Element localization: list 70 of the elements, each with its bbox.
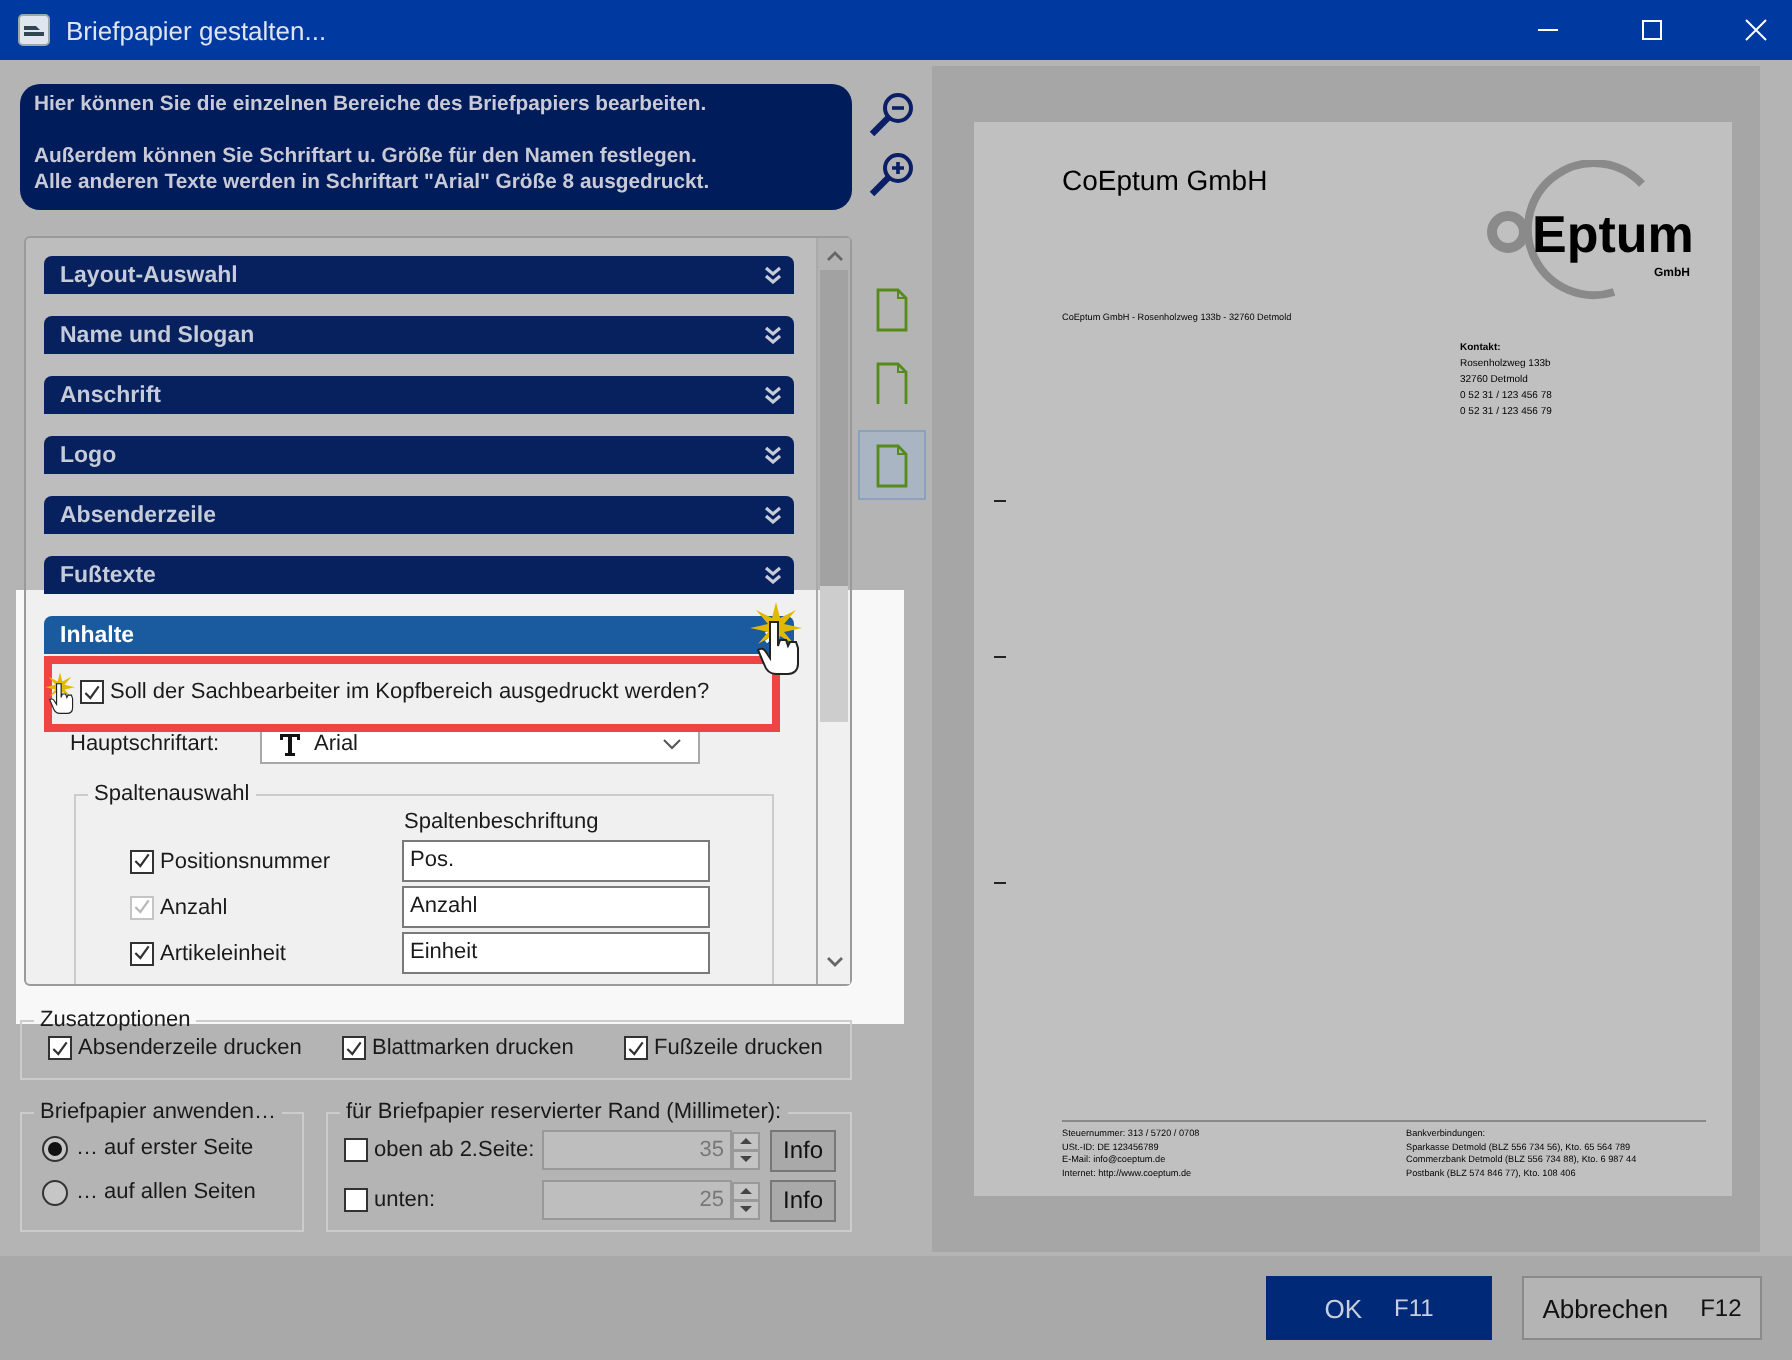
checkbox[interactable] (342, 1036, 366, 1060)
spinner-arrows-icon[interactable] (732, 1181, 760, 1219)
checkbox[interactable] (344, 1138, 368, 1162)
info-button[interactable]: Info (770, 1129, 836, 1171)
text-field[interactable]: Pos. (402, 840, 710, 882)
maximize-icon[interactable] (1640, 18, 1664, 42)
group-title: Spaltenauswahl (92, 782, 252, 806)
checkbox-label: Fußzeile drucken (654, 1036, 823, 1060)
close-icon[interactable] (1744, 18, 1768, 42)
checkbox-label: unten: (372, 1188, 438, 1212)
column-header: Spaltenbeschriftung (404, 808, 601, 838)
section-header[interactable]: Anschrift (44, 376, 794, 414)
chevron-icon (764, 386, 782, 404)
fold-mark (994, 500, 1006, 502)
hand-cursor-icon (42, 670, 78, 718)
chevron-icon (764, 446, 782, 464)
app-icon (18, 14, 50, 46)
cancel-button[interactable]: Abbrechen F12 (1522, 1276, 1762, 1340)
checkbox-label: Artikeleinheit (158, 941, 288, 965)
checkbox-label: Absenderzeile drucken (78, 1036, 302, 1060)
checkbox-label: Soll der Sachbearbeiter im Kopfbereich ausgedruckt werden? (110, 680, 710, 704)
text-field[interactable]: Einheit (402, 932, 710, 974)
chevron-icon (764, 266, 782, 284)
spinner-arrows-icon[interactable] (732, 1131, 760, 1169)
group-title: Zusatzoptionen (38, 1008, 193, 1032)
fold-mark (994, 656, 1006, 658)
section-header[interactable]: Fußtexte (44, 556, 794, 594)
page-icon (876, 288, 908, 332)
chevron-icon (764, 566, 782, 584)
company-name: CoEptum GmbH (1062, 164, 1268, 200)
scroll-down-icon[interactable] (825, 956, 843, 968)
checkbox-label: Positionsnummer (158, 849, 332, 873)
info-button[interactable]: Info (770, 1179, 836, 1221)
group-title: für Briefpapier reservierter Rand (Millimeter): (344, 1100, 784, 1124)
group-title: Briefpapier anwenden… (38, 1100, 279, 1124)
section-header[interactable]: Logo (44, 436, 794, 474)
section-header[interactable]: Name und Slogan (44, 316, 794, 354)
info-text: Alle anderen Texte werden in Schriftart "Arial" Größe 8 ausgedruckt. (34, 170, 712, 197)
page-icon (876, 443, 908, 487)
window-title: Briefpapier gestalten... (66, 15, 329, 45)
section-header[interactable]: Inhalte (44, 616, 794, 654)
scrollbar-thumb[interactable] (820, 270, 848, 722)
checkbox-label: Blattmarken drucken (372, 1036, 574, 1060)
zoom-out-icon[interactable] (866, 90, 918, 142)
section-header[interactable]: Layout-Auswahl (44, 256, 794, 294)
checkbox[interactable] (130, 849, 154, 873)
radio-label: … auf erster Seite (76, 1136, 254, 1160)
info-text: Außerdem können Sie Schriftart u. Größe für den Namen festlegen. (34, 143, 699, 170)
ok-button[interactable]: OK F11 (1266, 1276, 1492, 1340)
radio-button[interactable] (42, 1179, 68, 1205)
checkbox[interactable] (48, 1036, 72, 1060)
page-icon (876, 362, 908, 406)
checkbox[interactable] (80, 680, 104, 704)
zoom-in-icon[interactable] (866, 150, 918, 202)
radio-label: … auf allen Seiten (76, 1180, 256, 1204)
checkbox[interactable] (624, 1036, 648, 1060)
section-header[interactable]: Absenderzeile (44, 496, 794, 534)
chevron-icon (764, 506, 782, 524)
font-icon (278, 732, 302, 756)
radio-button[interactable] (42, 1135, 68, 1161)
checkbox-label: Anzahl (158, 895, 230, 919)
scrollbar[interactable] (816, 238, 850, 984)
info-text: Hier können Sie die einzelnen Bereiche des Briefpapiers bearbeiten. (34, 92, 709, 119)
checkbox[interactable] (344, 1188, 368, 1212)
scroll-up-icon[interactable] (825, 250, 843, 262)
checkbox[interactable] (130, 941, 154, 965)
chevron-icon (764, 326, 782, 344)
checkbox-label: oben ab 2.Seite: (372, 1138, 537, 1162)
field-label: Hauptschriftart: (70, 732, 222, 756)
fold-mark (994, 882, 1006, 884)
